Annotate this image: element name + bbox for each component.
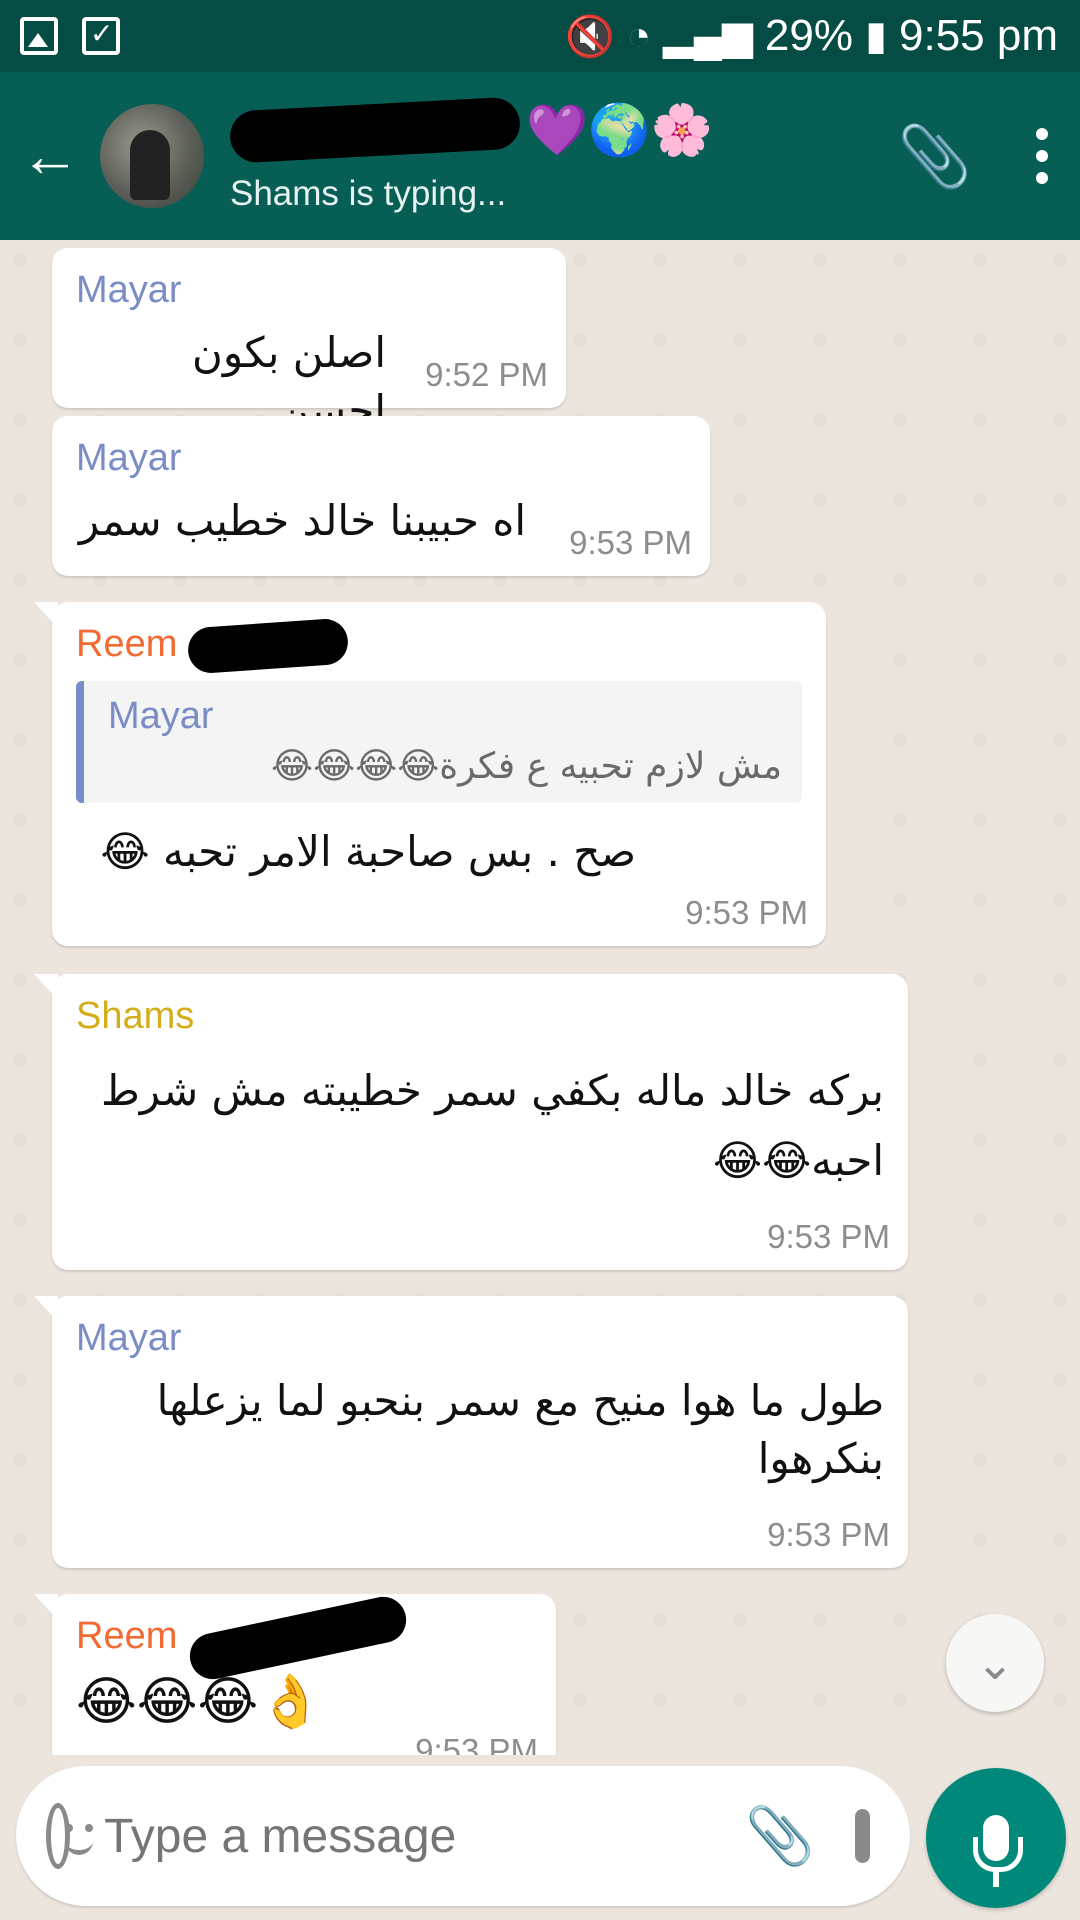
sender-name: Reem bbox=[76, 623, 178, 665]
mic-button[interactable] bbox=[926, 1768, 1066, 1908]
message-sender: Mayar bbox=[76, 269, 182, 311]
quoted-sender: Mayar bbox=[108, 694, 214, 737]
sender-name: Reem bbox=[76, 1615, 178, 1657]
message-sender: Mayar bbox=[76, 1317, 182, 1359]
message-time: 9:53 PM bbox=[767, 1218, 890, 1255]
message-text: 😂😂😂👌 bbox=[76, 1671, 324, 1732]
paperclip-icon[interactable]: 📎 bbox=[745, 1803, 815, 1869]
back-arrow-icon[interactable]: ← bbox=[20, 126, 84, 186]
typing-status: Shams is typing... bbox=[230, 174, 507, 213]
status-left-icons bbox=[20, 17, 120, 55]
battery-charging-icon: ▮ bbox=[865, 14, 888, 58]
emoji-icon[interactable] bbox=[46, 1803, 94, 1869]
more-vert-icon[interactable] bbox=[1036, 128, 1048, 184]
message-bubble[interactable]: Mayar اه حبيبنا خالد خطيب سمر 9:53 PM bbox=[52, 416, 710, 576]
scroll-to-bottom-button[interactable]: ⌄ bbox=[946, 1614, 1044, 1712]
message-bubble[interactable]: Mayar طول ما هوا منيح مع سمر بنحبو لما ي… bbox=[34, 1296, 908, 1568]
redacted-surname bbox=[185, 1592, 411, 1684]
message-bubble[interactable]: Shams بركه خالد ماله بكفي سمر خطيبته مش … bbox=[34, 974, 908, 1270]
chat-area[interactable]: Mayar اصلن بكون احسن 9:52 PM Mayar اه حب… bbox=[0, 240, 1080, 1755]
message-time: 9:53 PM bbox=[569, 524, 692, 561]
redacted-surname bbox=[186, 617, 350, 675]
message-text: بركه خالد ماله بكفي سمر خطيبته مش شرط اح… bbox=[100, 1066, 884, 1185]
redacted-name bbox=[228, 96, 522, 164]
message-sender: Reem bbox=[76, 617, 802, 675]
chevron-down-icon: ⌄ bbox=[975, 1637, 1015, 1689]
message-bubble[interactable]: Reem Mayar مش لازم تحبيه ع فكرة😂😂😂😂 صح .… bbox=[34, 602, 826, 946]
chat-header: ← 💜🌍🌸 Shams is typing... 📎 bbox=[0, 72, 1080, 240]
camera-icon[interactable] bbox=[854, 1809, 904, 1863]
message-time: 9:53 PM bbox=[767, 1516, 890, 1553]
chat-title: 💜🌍🌸 bbox=[228, 96, 837, 164]
message-time: 9:53 PM bbox=[685, 894, 808, 931]
wifi-icon: ◔ bbox=[626, 13, 652, 58]
message-text: صح . بس صاحبة الامر تحبه 😂 bbox=[100, 826, 636, 876]
message-input[interactable] bbox=[104, 1808, 726, 1864]
signal-icon: ▂▄▆ bbox=[663, 14, 753, 58]
message-time: 9:52 PM bbox=[425, 356, 548, 393]
message-sender: Mayar bbox=[76, 437, 182, 479]
chat-title-area[interactable]: 💜🌍🌸 Shams is typing... bbox=[228, 96, 837, 214]
message-time: 9:53 PM bbox=[415, 1732, 538, 1755]
message-sender: Reem bbox=[76, 1592, 532, 1684]
status-bar: 🔇 ◔ ▂▄▆ 29% ▮ 9:55 pm bbox=[0, 0, 1080, 72]
paperclip-icon[interactable]: 📎 bbox=[897, 121, 972, 192]
status-right: 🔇 ◔ ▂▄▆ 29% ▮ 9:55 pm bbox=[565, 11, 1058, 61]
title-emojis: 💜🌍🌸 bbox=[526, 101, 713, 158]
message-composer: 📎 bbox=[16, 1766, 910, 1906]
message-bubble[interactable]: Reem 😂😂😂👌 9:53 PM bbox=[34, 1592, 556, 1755]
checkbox-icon bbox=[82, 17, 120, 55]
message-text: اه حبيبنا خالد خطيب سمر bbox=[78, 496, 526, 545]
quoted-text: مش لازم تحبيه ع فكرة😂😂😂😂 bbox=[271, 745, 782, 787]
status-time: 9:55 pm bbox=[899, 11, 1058, 60]
message-bubble[interactable]: Mayar اصلن بكون احسن 9:52 PM bbox=[52, 248, 566, 435]
image-icon bbox=[20, 17, 58, 55]
battery-percent: 29% bbox=[764, 11, 853, 60]
message-text: طول ما هوا منيح مع سمر بنحبو لما يزعلها … bbox=[156, 1376, 884, 1483]
vibrate-mute-icon: 🔇 bbox=[565, 14, 615, 59]
mic-icon bbox=[973, 1815, 1023, 1887]
message-sender: Shams bbox=[76, 995, 195, 1037]
quoted-message[interactable]: Mayar مش لازم تحبيه ع فكرة😂😂😂😂 bbox=[76, 680, 802, 803]
avatar[interactable] bbox=[100, 104, 204, 208]
